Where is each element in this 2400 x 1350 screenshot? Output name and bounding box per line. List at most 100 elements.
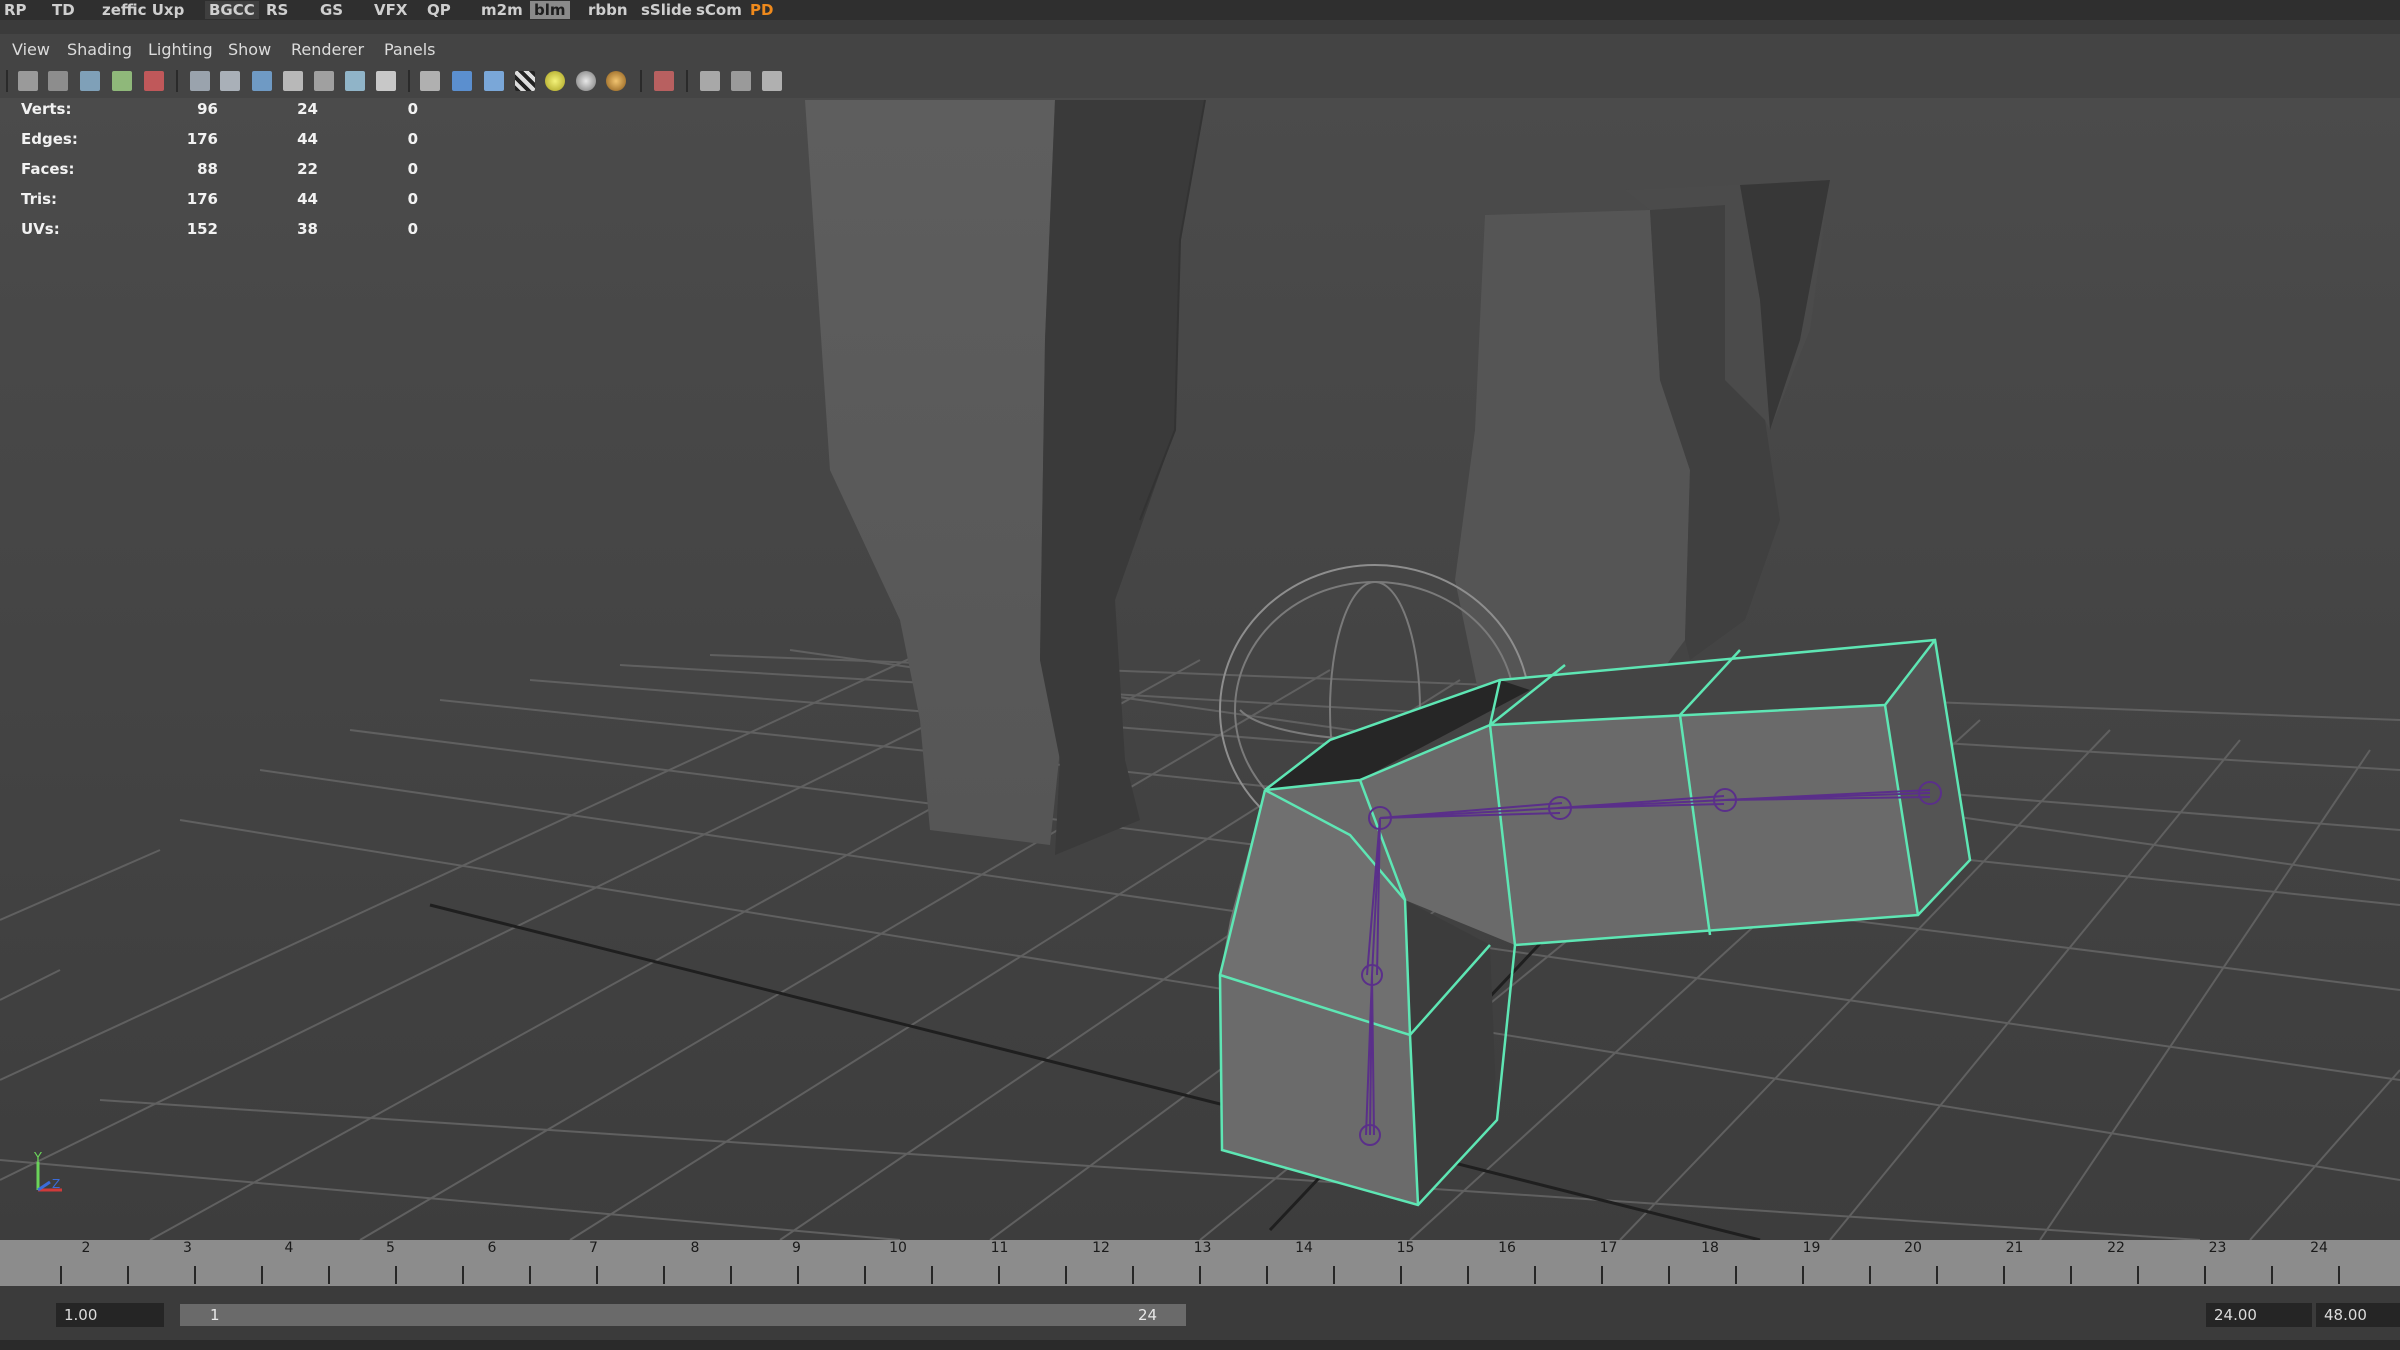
menu-lighting[interactable]: Lighting <box>148 40 213 59</box>
viewport-3d[interactable] <box>0 98 2400 1240</box>
menu-view[interactable]: View <box>12 40 50 59</box>
time-tick-label: 12 <box>1092 1240 1110 1256</box>
xray-components-icon[interactable] <box>762 71 782 91</box>
axis-y-label: Y <box>33 1151 42 1166</box>
shelf-tab-pd[interactable]: PD <box>746 1 777 19</box>
time-tick-label: 7 <box>589 1240 598 1256</box>
hud-value: 0 <box>407 190 418 208</box>
gate-mask-icon[interactable] <box>314 71 334 91</box>
grid-icon[interactable] <box>220 71 240 91</box>
hud-label: UVs: <box>21 220 60 238</box>
time-tick-mark <box>1132 1266 1134 1284</box>
safe-action-icon[interactable] <box>376 71 396 91</box>
toolbar-separator <box>686 70 688 92</box>
resolution-gate-icon[interactable] <box>283 71 303 91</box>
shadows-icon[interactable] <box>576 71 596 91</box>
axis-z-label: Z <box>52 1177 60 1191</box>
time-tick-label: 21 <box>2005 1240 2024 1256</box>
shelf-tab-blm[interactable]: blm <box>530 1 570 19</box>
xray-joints-icon[interactable] <box>731 71 751 91</box>
time-tick-mark <box>395 1266 397 1284</box>
shelf-tab-m2m[interactable]: m2m <box>477 1 527 19</box>
time-tick-mark <box>2137 1266 2139 1284</box>
time-tick-label: 6 <box>487 1240 497 1256</box>
time-tick-mark <box>1467 1266 1469 1284</box>
time-tick-mark <box>127 1266 129 1284</box>
hud-value: 88 <box>197 160 218 178</box>
smooth-shade-icon[interactable] <box>452 71 472 91</box>
shelf-tab-rs[interactable]: RS <box>262 1 292 19</box>
time-tick-label: 13 <box>1193 1240 1212 1256</box>
time-tick-label: 2 <box>81 1240 91 1256</box>
wireframe-icon[interactable] <box>420 71 440 91</box>
hud-value: 0 <box>407 130 418 148</box>
use-all-lights-icon[interactable] <box>545 71 565 91</box>
time-tick-mark <box>730 1266 732 1284</box>
time-tick-mark <box>1802 1266 1804 1284</box>
shelf-tab-zeffic-uxp[interactable]: zeffic Uxp <box>98 1 188 19</box>
time-tick-mark <box>1065 1266 1067 1284</box>
hud-value: 152 <box>186 220 218 238</box>
time-tick-mark <box>1333 1266 1335 1284</box>
time-tick-label: 8 <box>690 1240 700 1256</box>
shelf-tab-scom[interactable]: sCom <box>692 1 746 19</box>
anim-end-time-field[interactable]: 48.00 <box>2316 1303 2400 1327</box>
shelf-tab-rbbn[interactable]: rbbn <box>584 1 632 19</box>
shelf-tab-td[interactable]: TD <box>48 1 79 19</box>
ambient-occlusion-icon[interactable] <box>606 71 626 91</box>
menu-show[interactable]: Show <box>228 40 271 59</box>
time-tick-mark <box>2070 1266 2072 1284</box>
shelf-tab-gs[interactable]: GS <box>316 1 347 19</box>
textured-icon[interactable] <box>515 71 535 91</box>
viewport-background <box>0 98 2400 1240</box>
xray-icon[interactable] <box>700 71 720 91</box>
end-time-field[interactable]: 24.00 <box>2206 1303 2312 1327</box>
field-chart-icon[interactable] <box>345 71 365 91</box>
time-tick-mark <box>2204 1266 2206 1284</box>
menu-panels[interactable]: Panels <box>384 40 436 59</box>
hud-label: Verts: <box>21 100 72 118</box>
camera-select-icon[interactable] <box>18 71 38 91</box>
time-tick-mark <box>328 1266 330 1284</box>
film-gate-icon[interactable] <box>252 71 272 91</box>
playback-range-slider[interactable] <box>180 1304 1186 1326</box>
isolate-select-icon[interactable] <box>654 71 674 91</box>
axis-gizmo-icon: Y Z <box>33 1151 62 1192</box>
menu-renderer[interactable]: Renderer <box>291 40 364 59</box>
time-tick-mark <box>797 1266 799 1284</box>
time-tick-mark <box>1400 1266 1402 1284</box>
time-tick-mark <box>864 1266 866 1284</box>
time-tick-mark <box>998 1266 1000 1284</box>
hud-value: 0 <box>407 100 418 118</box>
time-tick-mark <box>663 1266 665 1284</box>
time-tick-mark <box>1668 1266 1670 1284</box>
time-tick-mark <box>931 1266 933 1284</box>
time-tick-mark <box>1735 1266 1737 1284</box>
grease-pencil-icon[interactable] <box>190 71 210 91</box>
image-plane-icon[interactable] <box>112 71 132 91</box>
time-tick-label: 3 <box>183 1240 192 1256</box>
time-tick-mark <box>1534 1266 1536 1284</box>
time-tick-label: 11 <box>990 1240 1009 1256</box>
time-tick-mark <box>596 1266 598 1284</box>
start-time-field[interactable]: 1.00 <box>56 1303 164 1327</box>
shelf-tab-sslide[interactable]: sSlide <box>637 1 696 19</box>
time-tick-mark <box>1199 1266 1201 1284</box>
time-tick-mark <box>261 1266 263 1284</box>
shelf-content <box>0 20 2400 34</box>
wireframe-on-shaded-icon[interactable] <box>484 71 504 91</box>
shelf-tab-qp[interactable]: QP <box>423 1 455 19</box>
hud-label: Faces: <box>21 160 75 178</box>
camera-attributes-icon[interactable] <box>48 71 68 91</box>
time-tick-mark <box>1601 1266 1603 1284</box>
shelf-tab-bgcc[interactable]: BGCC <box>205 1 259 19</box>
bookmarks-icon[interactable] <box>80 71 100 91</box>
shelf-tabs: RP TD zeffic Uxp BGCC RS GS VFX QP m2m b… <box>0 0 2400 20</box>
hud-value: 176 <box>186 190 218 208</box>
time-tick-label: 18 <box>1701 1240 1719 1256</box>
menu-shading[interactable]: Shading <box>67 40 132 59</box>
shelf-tab-rp[interactable]: RP <box>0 1 31 19</box>
shelf-tab-vfx[interactable]: VFX <box>370 1 411 19</box>
hud-value: 38 <box>297 220 318 238</box>
2d-pan-zoom-icon[interactable] <box>144 71 164 91</box>
